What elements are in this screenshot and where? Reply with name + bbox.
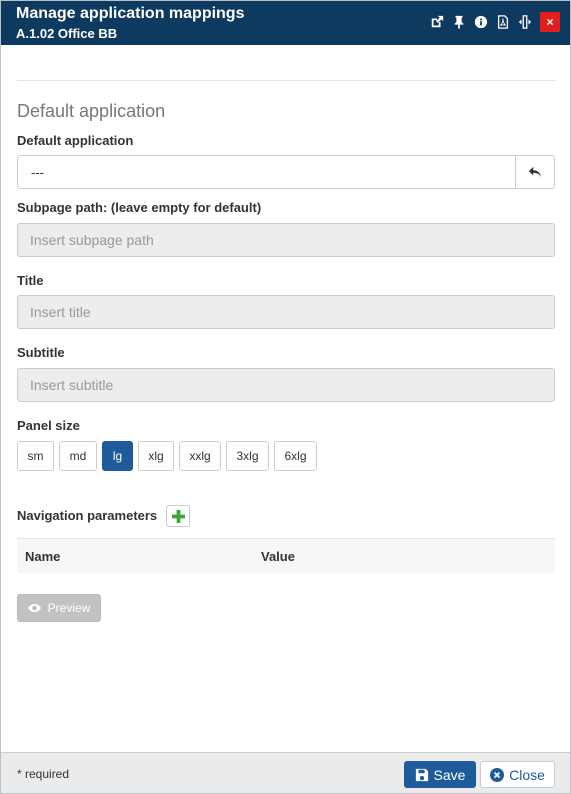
plus-icon	[171, 509, 185, 523]
dialog-subtitle: A.1.02 Office BB	[16, 26, 118, 41]
default-app-value: ---	[31, 165, 44, 180]
default-app-label: Default application	[17, 133, 134, 148]
size-option-xlg[interactable]: xlg	[138, 441, 174, 471]
nav-params-table-header: Name Value	[17, 538, 555, 573]
title-input[interactable]	[17, 295, 555, 329]
preview-button[interactable]: Preview	[17, 594, 101, 622]
resize-icon[interactable]	[514, 12, 536, 32]
preview-label: Preview	[47, 601, 91, 615]
dialog-header: Manage application mappings A.1.02 Offic…	[1, 1, 570, 45]
default-app-select[interactable]: ---	[17, 155, 555, 189]
size-option-sm[interactable]: sm	[17, 441, 54, 471]
times-circle-icon	[490, 767, 505, 782]
close-icon[interactable]: ×	[540, 12, 560, 32]
external-link-icon[interactable]	[426, 12, 448, 32]
subtitle-input[interactable]	[17, 368, 555, 402]
title-label: Title	[17, 273, 44, 288]
mappings-dialog: Manage application mappings A.1.02 Offic…	[0, 0, 571, 794]
panel-size-label: Panel size	[17, 418, 80, 433]
header-divider	[17, 80, 555, 81]
close-label: Close	[509, 766, 545, 783]
save-icon	[415, 768, 428, 781]
size-option-3xlg[interactable]: 3xlg	[226, 441, 269, 471]
size-option-6xlg[interactable]: 6xlg	[274, 441, 317, 471]
subtitle-label: Subtitle	[17, 345, 65, 360]
reply-icon	[528, 166, 542, 178]
save-label: Save	[433, 766, 466, 783]
reset-default-button[interactable]	[515, 156, 554, 188]
panel-size-group: sm md lg xlg xxlg 3xlg 6xlg	[17, 441, 322, 471]
close-button[interactable]: Close	[480, 761, 555, 788]
dialog-footer: * required Save Close	[1, 752, 570, 793]
subpage-label: Subpage path: (leave empty for default)	[17, 200, 262, 215]
required-note: * required	[17, 767, 70, 781]
header-toolbar: ×	[426, 12, 560, 32]
eye-icon	[27, 603, 41, 613]
dialog-title: Manage application mappings	[16, 5, 245, 22]
subpage-input[interactable]	[17, 223, 555, 257]
column-header-value: Value	[261, 549, 295, 564]
column-header-name: Name	[25, 549, 61, 564]
add-parameter-button[interactable]	[166, 505, 190, 527]
size-option-lg[interactable]: lg	[102, 441, 133, 471]
save-button[interactable]: Save	[404, 761, 476, 788]
section-title: Default application	[17, 101, 166, 121]
size-option-md[interactable]: md	[59, 441, 97, 471]
pin-icon[interactable]	[448, 12, 470, 32]
nav-params-label: Navigation parameters	[17, 508, 158, 523]
size-option-xxlg[interactable]: xxlg	[179, 441, 221, 471]
pdf-icon[interactable]	[492, 12, 514, 32]
info-icon[interactable]	[470, 12, 492, 32]
